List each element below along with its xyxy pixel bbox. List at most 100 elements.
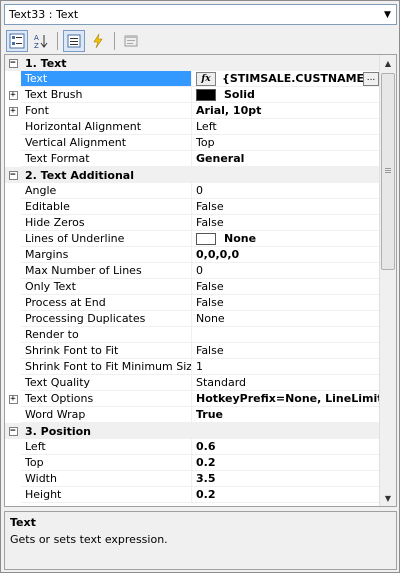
expand-icon[interactable]: + <box>8 106 18 116</box>
property-value[interactable]: False <box>191 343 381 359</box>
property-name: Render to <box>21 327 191 343</box>
property-name: Text Format <box>21 151 191 167</box>
property-row-text-options[interactable]: + Text Options HotkeyPrefix=None, LineLi… <box>5 391 381 407</box>
color-swatch <box>196 232 216 245</box>
property-name: Only Text <box>21 279 191 295</box>
categorized-button[interactable] <box>6 29 28 52</box>
property-row-horizontal-alignment[interactable]: Horizontal Alignment Left <box>5 119 381 135</box>
property-name: Lines of Underline <box>21 231 191 247</box>
category-text-additional[interactable]: − 2. Text Additional <box>5 167 381 183</box>
property-name: Height <box>21 487 191 503</box>
property-row-width[interactable]: Width 3.5 <box>5 471 381 487</box>
property-value[interactable]: 0.6 <box>191 439 381 455</box>
property-row-word-wrap[interactable]: Word Wrap True <box>5 407 381 423</box>
property-value[interactable]: 3.5 <box>191 471 381 487</box>
property-value[interactable]: Left <box>191 119 381 135</box>
properties-button[interactable] <box>63 29 85 52</box>
property-name: Left <box>21 439 191 455</box>
ellipsis-button[interactable]: ... <box>363 72 379 86</box>
property-value-text: {STIMSALE.CUSTNAME} <box>222 71 372 85</box>
property-grid: − 1. Text Text fx {STIMSALE.CUSTNAME} ..… <box>4 54 397 507</box>
property-rows: − 1. Text Text fx {STIMSALE.CUSTNAME} ..… <box>5 55 381 503</box>
property-row-hide-zeros[interactable]: Hide Zeros False <box>5 215 381 231</box>
property-row-angle[interactable]: Angle 0 <box>5 183 381 199</box>
property-value[interactable]: False <box>191 215 381 231</box>
property-value[interactable]: 1 <box>191 359 381 375</box>
property-value[interactable]: None <box>191 311 381 327</box>
property-row-only-text[interactable]: Only Text False <box>5 279 381 295</box>
property-row-processing-duplicates[interactable]: Processing Duplicates None <box>5 311 381 327</box>
property-value[interactable]: Arial, 10pt <box>191 103 381 119</box>
property-value[interactable]: True <box>191 407 381 423</box>
property-row-max-number-of-lines[interactable]: Max Number of Lines 0 <box>5 263 381 279</box>
description-panel: Text Gets or sets text expression. <box>4 511 397 570</box>
property-value[interactable]: 0,0,0,0 <box>191 247 381 263</box>
vertical-scrollbar[interactable]: ▲ ▼ <box>379 55 396 506</box>
object-selector[interactable]: Text33 : Text ▼ <box>4 4 397 25</box>
property-row-text-brush[interactable]: + Text Brush Solid <box>5 87 381 103</box>
property-row-process-at-end[interactable]: Process at End False <box>5 295 381 311</box>
property-row-text-quality[interactable]: Text Quality Standard <box>5 375 381 391</box>
property-value[interactable]: False <box>191 279 381 295</box>
collapse-icon[interactable]: − <box>8 58 18 68</box>
property-value[interactable]: 0.2 <box>191 487 381 503</box>
property-value[interactable] <box>191 327 381 343</box>
property-name: Shrink Font to Fit <box>21 343 191 359</box>
toolbar-separator <box>114 31 115 50</box>
property-row-left[interactable]: Left 0.6 <box>5 439 381 455</box>
chevron-down-icon[interactable]: ▼ <box>379 5 396 24</box>
category-text[interactable]: − 1. Text <box>5 55 381 71</box>
property-value[interactable]: 0 <box>191 263 381 279</box>
property-value[interactable]: HotkeyPrefix=None, LineLimit=Fal <box>191 391 381 407</box>
property-value[interactable]: General <box>191 151 381 167</box>
property-name: Margins <box>21 247 191 263</box>
description-title: Text <box>10 516 36 529</box>
collapse-icon[interactable]: − <box>8 426 18 436</box>
category-position[interactable]: − 3. Position <box>5 423 381 439</box>
property-name: Text Options <box>21 391 191 407</box>
lightning-icon <box>93 33 103 48</box>
property-name: Text Brush <box>21 87 191 103</box>
property-value[interactable]: 0.2 <box>191 455 381 471</box>
toolbar: A Z <box>4 28 397 53</box>
category-label: 3. Position <box>25 424 92 438</box>
category-label: 1. Text <box>25 56 67 70</box>
events-button[interactable] <box>87 30 109 52</box>
property-row-text-format[interactable]: Text Format General <box>5 151 381 167</box>
properties-icon <box>67 34 81 47</box>
toolbar-separator <box>57 31 58 50</box>
property-row-top[interactable]: Top 0.2 <box>5 455 381 471</box>
property-row-render-to[interactable]: Render to <box>5 327 381 343</box>
property-pages-button[interactable] <box>120 30 142 52</box>
scroll-down-arrow-icon[interactable]: ▼ <box>380 490 396 506</box>
property-row-vertical-alignment[interactable]: Vertical Alignment Top <box>5 135 381 151</box>
scrollbar-thumb[interactable] <box>381 73 395 270</box>
categorized-icon <box>9 33 25 48</box>
function-icon[interactable]: fx <box>196 71 216 86</box>
scroll-up-arrow-icon[interactable]: ▲ <box>380 55 396 71</box>
property-value[interactable]: Standard <box>191 375 381 391</box>
property-row-font[interactable]: + Font Arial, 10pt <box>5 103 381 119</box>
collapse-icon[interactable]: − <box>8 170 18 180</box>
property-value[interactable]: None <box>191 231 381 247</box>
property-row-shrink-font-to-fit[interactable]: Shrink Font to Fit False <box>5 343 381 359</box>
property-row-shrink-font-to-fit-minimum-size[interactable]: Shrink Font to Fit Minimum Size 1 <box>5 359 381 375</box>
property-row-text[interactable]: Text fx {STIMSALE.CUSTNAME} ... <box>5 71 381 87</box>
property-name: Hide Zeros <box>21 215 191 231</box>
color-swatch <box>196 88 216 101</box>
expand-icon[interactable]: + <box>8 90 18 100</box>
property-row-editable[interactable]: Editable False <box>5 199 381 215</box>
property-value[interactable]: False <box>191 199 381 215</box>
property-name: Editable <box>21 199 191 215</box>
property-value[interactable]: Top <box>191 135 381 151</box>
property-name: Width <box>21 471 191 487</box>
property-value[interactable]: False <box>191 295 381 311</box>
property-row-margins[interactable]: Margins 0,0,0,0 <box>5 247 381 263</box>
property-value[interactable]: Solid <box>191 87 381 103</box>
expand-icon[interactable]: + <box>8 394 18 404</box>
alphabetical-button[interactable]: A Z <box>30 30 52 52</box>
property-value[interactable]: 0 <box>191 183 381 199</box>
property-row-height[interactable]: Height 0.2 <box>5 487 381 503</box>
property-value[interactable]: fx {STIMSALE.CUSTNAME} <box>191 71 381 87</box>
property-row-lines-of-underline[interactable]: Lines of Underline None <box>5 231 381 247</box>
